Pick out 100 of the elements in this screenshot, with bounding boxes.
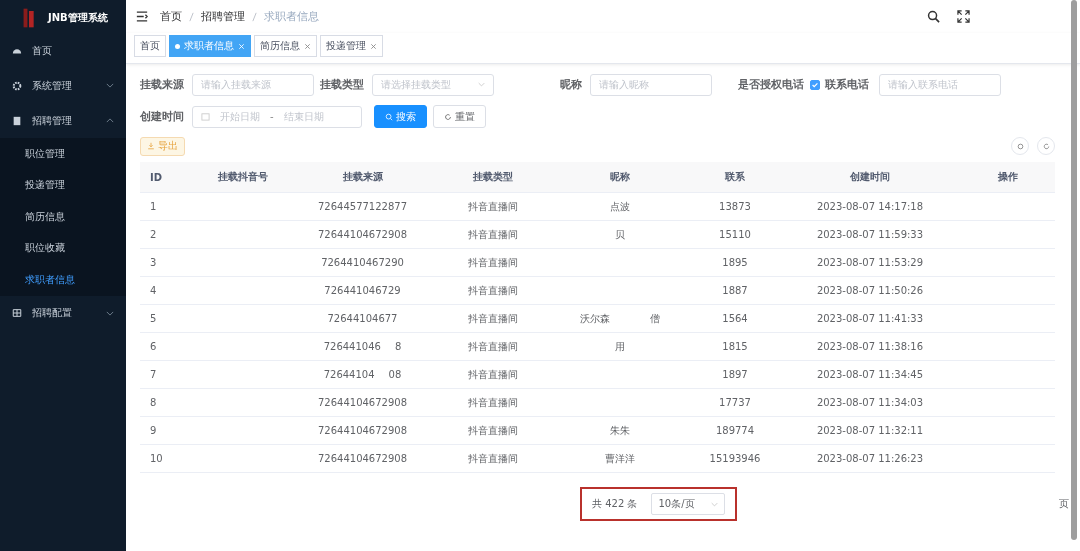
table-cell-text: 2023-08-07 11:26:23: [815, 453, 925, 464]
table-cell-text: 2023-08-07 11:38:16: [815, 341, 925, 352]
table-cell: 用: [615, 340, 625, 352]
filter-label: 昵称: [560, 77, 582, 92]
table-cell-text: 2023-08-07 11:34:45: [815, 369, 925, 380]
breadcrumb-separator: [189, 11, 194, 22]
reset-button[interactable]: 重置: [433, 105, 486, 128]
table-cell-text: 17737: [718, 397, 752, 408]
table-cell-text: 8: [149, 397, 158, 408]
table-cell-text: 2023-08-07 11:32:11: [815, 425, 925, 436]
table-cell-text: 抖音直播间: [466, 451, 519, 466]
table-cell-text: 7: [149, 369, 158, 380]
table-cell-text: 2023-08-07 11:59:33: [815, 229, 925, 240]
table-cell: 72644104672908: [317, 229, 408, 240]
table-cell: 贝: [615, 228, 625, 240]
calendar-icon: [201, 112, 210, 121]
table-cell-text: 9: [149, 425, 158, 436]
table-cell: 僧: [650, 312, 660, 324]
download-icon: [147, 142, 155, 150]
table-cell: 72644577122877: [317, 201, 408, 212]
sidebar-item[interactable]: 首页: [0, 33, 126, 68]
table-cell-text: 抖音直播间: [466, 423, 519, 438]
sidebar-item[interactable]: 招聘配置: [0, 295, 126, 331]
page-tab[interactable]: 简历信息: [254, 35, 317, 57]
table-cell-text: 1: [149, 201, 158, 212]
column-header: 挂载类型: [471, 170, 514, 184]
table-cell-text: 抖音直播间: [466, 255, 519, 270]
table-cell: 曹洋洋: [605, 452, 635, 464]
table-cell-text: 抖音直播间: [466, 395, 519, 410]
sidebar-subitem[interactable]: 投递管理: [0, 169, 126, 201]
fullscreen-icon[interactable]: [957, 10, 970, 23]
table-cell: 72644104677: [327, 313, 398, 324]
table-cell-text: 抖音直播间: [466, 367, 519, 382]
table-cell: 08: [388, 369, 402, 380]
filter-label: 创建时间: [140, 109, 184, 124]
table-cell-text: 2023-08-07 11:53:29: [815, 257, 925, 268]
page-tab[interactable]: 投递管理: [320, 35, 383, 57]
sidebar-item[interactable]: 系统管理: [0, 68, 126, 103]
filter-label: 挂载类型: [320, 77, 364, 92]
sidebar-subitem[interactable]: 职位收藏: [0, 232, 126, 264]
table-cell-text: 抖音直播间: [466, 283, 519, 298]
sidebar-subitem[interactable]: 职位管理: [0, 138, 126, 170]
table-cell-text: 2023-08-07 11:41:33: [815, 313, 925, 324]
sidebar-subitem[interactable]: 简历信息: [0, 201, 126, 233]
table-cell-text: 10: [149, 453, 164, 464]
sidebar-subitem[interactable]: 求职者信息: [0, 264, 126, 296]
checkbox-label: 联系电话: [825, 77, 869, 92]
table-cell-text: 4: [149, 285, 158, 296]
breadcrumb-item[interactable]: 首页: [160, 9, 182, 24]
column-header: 挂载来源: [341, 170, 384, 184]
table-cell: 朱朱: [610, 424, 630, 436]
table-cell-text: 1564: [721, 313, 749, 324]
column-header: 操作: [996, 170, 1019, 184]
page-tab[interactable]: 首页: [134, 35, 166, 57]
chevron-icon: [710, 501, 718, 507]
table-cell-text: 抖音直播间: [466, 311, 519, 326]
refresh-icon: [444, 112, 452, 121]
table-cell: 点波: [610, 200, 630, 212]
table-cell: 72644104672908: [317, 453, 408, 464]
menu-icon[interactable]: [136, 11, 148, 22]
table-cell-text: 抖音直播间: [466, 227, 519, 242]
column-header: 联系: [724, 170, 746, 184]
table-cell-text: 1895: [721, 257, 749, 268]
column-header: 挂载抖音号: [216, 170, 269, 184]
checkbox[interactable]: [810, 79, 820, 90]
grid-icon: [12, 308, 22, 318]
total-count: 共 422 条: [592, 497, 638, 511]
table-cell: 72644104672908: [317, 425, 408, 436]
pagination-text: 页: [1059, 497, 1069, 511]
table-cell-text: 2023-08-07 11:34:03: [815, 397, 925, 408]
search-icon: [385, 112, 393, 121]
search-icon[interactable]: [927, 10, 940, 23]
table-cell-text: 2023-08-07 11:50:26: [815, 285, 925, 296]
sidebar-item[interactable]: 招聘管理: [0, 103, 126, 138]
table-cell-text: 2023-08-07 14:17:18: [815, 201, 925, 212]
table-cell: 726441046: [323, 341, 381, 352]
filter-label: 是否授权电话: [738, 77, 804, 92]
page-size-select[interactable]: 10条/页: [651, 493, 725, 515]
table-cell-text: 15110: [718, 229, 752, 240]
table-cell: 72644104: [323, 369, 375, 380]
table-cell-text: 5: [149, 313, 158, 324]
scrollbar[interactable]: [1071, 0, 1077, 540]
chevron-icon: [478, 82, 485, 87]
table-cell: 7264410467290: [321, 257, 404, 268]
column-header: 昵称: [609, 170, 631, 184]
table-cell-text: 2: [149, 229, 158, 240]
filter-label: 挂载来源: [140, 77, 184, 92]
column-header: ID: [149, 171, 164, 183]
close-icon[interactable]: [370, 42, 377, 50]
close-icon[interactable]: [304, 42, 311, 50]
breadcrumb-item[interactable]: 招聘管理: [201, 9, 245, 24]
table-cell: 8: [394, 341, 402, 352]
document-icon: [12, 115, 22, 126]
column-header: 创建时间: [849, 170, 891, 184]
table-cell-text: 3: [149, 257, 158, 268]
table-cell-text: 189774: [714, 425, 756, 436]
table-cell-text: 6: [149, 341, 158, 352]
table-cell-text: 15193946: [708, 453, 762, 464]
table-cell-text: 1887: [721, 285, 749, 296]
gear-icon: [12, 80, 22, 91]
